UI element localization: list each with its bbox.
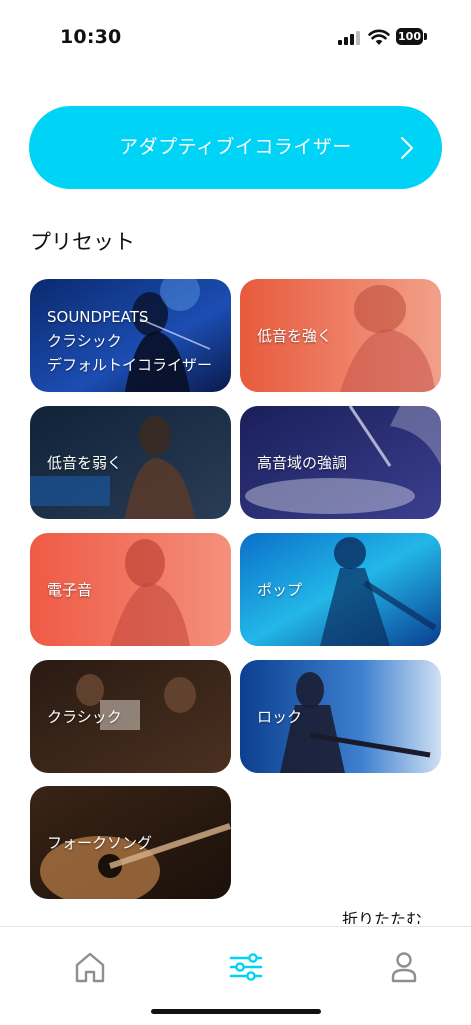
preset-label: ポップ — [257, 581, 303, 599]
preset-brand-label: SOUNDPEATS — [47, 308, 149, 326]
preset-label: ロック — [257, 708, 303, 726]
profile-icon[interactable] — [384, 947, 424, 987]
preset-card-treble-boost[interactable]: 高音域の強調 — [240, 406, 441, 519]
preset-name-label: クラシック — [47, 332, 122, 350]
preset-card-folk[interactable]: フォークソング — [30, 786, 231, 899]
preset-card-rock[interactable]: ロック — [240, 660, 441, 773]
equalizer-icon[interactable] — [226, 947, 266, 987]
preset-label: 高音域の強調 — [257, 454, 348, 472]
preset-card-pop[interactable]: ポップ — [240, 533, 441, 646]
battery-icon: 100 — [396, 28, 428, 46]
preset-label: 低音を強く — [257, 327, 333, 345]
adaptive-eq-button[interactable]: アダプティブイコライザー — [29, 106, 442, 189]
wifi-icon — [368, 29, 390, 45]
status-bar: 10:30 100 — [0, 0, 471, 70]
preset-card-soundpeats-classic[interactable]: SOUNDPEATS クラシック デフォルトイコライザー — [30, 279, 231, 392]
home-indicator — [151, 1009, 321, 1014]
preset-card-bass-reduce[interactable]: 低音を弱く — [30, 406, 231, 519]
preset-label: フォークソング — [47, 834, 153, 852]
chevron-right-icon — [401, 137, 413, 159]
preset-label: クラシック — [47, 708, 122, 726]
signal-icon — [338, 31, 360, 45]
collapse-link[interactable]: 折りたたむ — [342, 906, 422, 924]
preset-label: 低音を弱く — [47, 454, 123, 472]
preset-default-label: デフォルトイコライザー — [47, 356, 213, 374]
adaptive-eq-label: アダプティブイコライザー — [119, 136, 352, 158]
preset-card-classic[interactable]: クラシック — [30, 660, 231, 773]
preset-card-bass-boost[interactable]: 低音を強く — [240, 279, 441, 392]
presets-title: プリセット — [30, 230, 135, 254]
home-icon[interactable] — [70, 947, 110, 987]
preset-card-electronic[interactable]: 電子音 — [30, 533, 231, 646]
preset-label: 電子音 — [47, 581, 93, 599]
battery-level: 100 — [396, 28, 423, 45]
status-time: 10:30 — [60, 26, 122, 48]
